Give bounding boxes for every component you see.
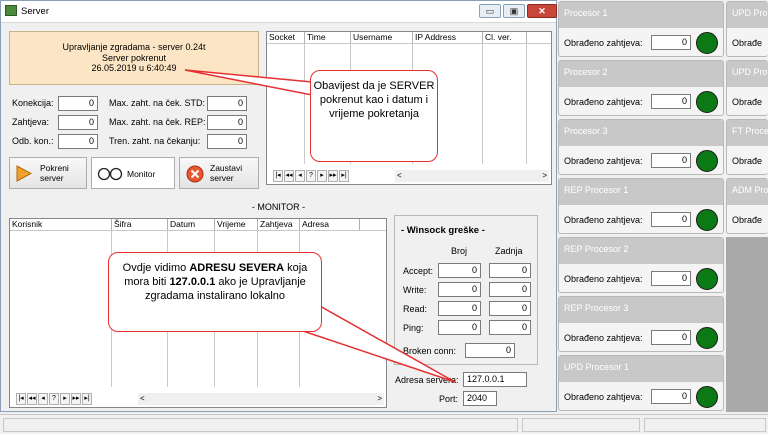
processor-panel: Procesor 2 Obrađeno zahtjeva: 0 xyxy=(558,60,724,116)
processor-name: Procesor 3 xyxy=(559,120,723,146)
status-led-icon xyxy=(696,268,718,290)
status-led-icon xyxy=(696,209,718,231)
processor-panel: Procesor 3 Obrađeno zahtjeva: 0 xyxy=(558,119,724,175)
processed-label: Obrađeno zahtjeva: xyxy=(564,333,643,343)
processed-count-field: 0 xyxy=(651,271,691,286)
status-panel xyxy=(3,418,518,432)
empty-panel-area xyxy=(726,237,768,412)
callout-bold-text: ADRESU SEVERA xyxy=(189,262,285,274)
callout-server-started: Obavijest da je SERVER pokrenut kao i da… xyxy=(310,70,438,162)
processor-name: Procesor 1 xyxy=(559,2,723,28)
processed-count-field: 0 xyxy=(651,94,691,109)
processor-panel: UPD Pro Obrađe xyxy=(726,60,768,116)
processed-label: Obrađe xyxy=(732,215,763,225)
callout-server-address: Ovdje vidimo ADRESU SEVERA koja mora bit… xyxy=(108,252,322,332)
callout-text: Ovdje vidimo xyxy=(122,262,190,274)
processed-count-field: 0 xyxy=(651,212,691,227)
status-bar xyxy=(0,414,768,434)
processor-name: FT Proce xyxy=(727,120,768,146)
processed-label: Obrađeno zahtjeva: xyxy=(564,392,643,402)
processor-panel: Procesor 1 Obrađeno zahtjeva: 0 xyxy=(558,1,724,57)
processor-panel: UPD Procesor 1 Obrađeno zahtjeva: 0 xyxy=(558,355,724,411)
processed-label: Obrađeno zahtjeva: xyxy=(564,97,643,107)
status-led-icon xyxy=(696,327,718,349)
status-led-icon xyxy=(696,386,718,408)
processed-label: Obrađeno zahtjeva: xyxy=(564,274,643,284)
processed-label: Obrađeno zahtjeva: xyxy=(564,156,643,166)
processor-panel: REP Procesor 2 Obrađeno zahtjeva: 0 xyxy=(558,237,724,293)
processor-name: REP Procesor 1 xyxy=(559,179,723,205)
status-panel xyxy=(644,418,766,432)
processed-count-field: 0 xyxy=(651,153,691,168)
processed-label: Obrađeno zahtjeva: xyxy=(564,38,643,48)
processor-name: REP Procesor 2 xyxy=(559,238,723,264)
status-led-icon xyxy=(696,150,718,172)
processed-label: Obrađe xyxy=(732,97,763,107)
processed-count-field: 0 xyxy=(651,389,691,404)
processor-panel: UPD Pro Obrađe xyxy=(726,1,768,57)
processor-name: UPD Pro xyxy=(727,2,768,28)
processor-name: UPD Procesor 1 xyxy=(559,356,723,382)
processor-name: Procesor 2 xyxy=(559,61,723,87)
processed-label: Obrađeno zahtjeva: xyxy=(564,215,643,225)
status-panel xyxy=(522,418,640,432)
processed-label: Obrađe xyxy=(732,156,763,166)
processor-panel: REP Procesor 3 Obrađeno zahtjeva: 0 xyxy=(558,296,724,352)
processor-name: UPD Pro xyxy=(727,61,768,87)
processed-count-field: 0 xyxy=(651,330,691,345)
processed-count-field: 0 xyxy=(651,35,691,50)
processor-panel: REP Procesor 1 Obrađeno zahtjeva: 0 xyxy=(558,178,724,234)
processor-name: REP Procesor 3 xyxy=(559,297,723,323)
processor-panel: ADM Pro Obrađe xyxy=(726,178,768,234)
processor-name: ADM Pro xyxy=(727,179,768,205)
callout-bold-text: 127.0.0.1 xyxy=(169,276,216,288)
status-led-icon xyxy=(696,32,718,54)
processed-label: Obrađe xyxy=(732,38,763,48)
status-led-icon xyxy=(696,91,718,113)
processor-panel: FT Proce Obrađe xyxy=(726,119,768,175)
